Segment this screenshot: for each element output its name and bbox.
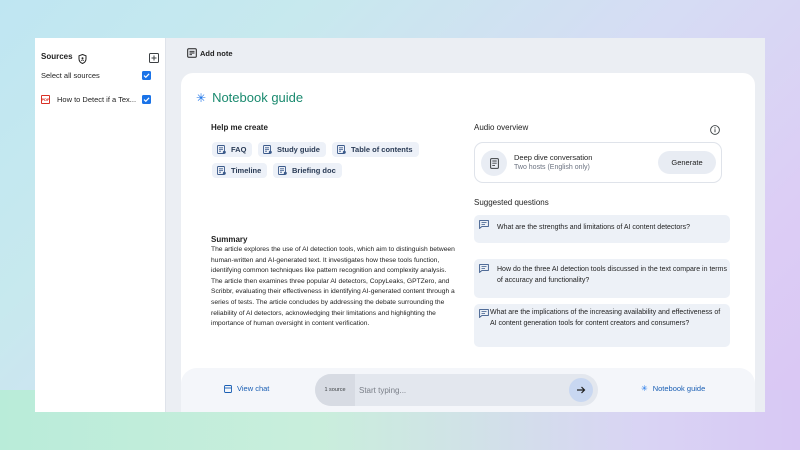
chat-input-container: 1 source <box>315 374 598 406</box>
chip-label: FAQ <box>231 145 246 154</box>
suggested-question[interactable]: How do the three AI detection tools disc… <box>474 259 730 298</box>
study-guide-chip[interactable]: Study guide <box>258 142 326 157</box>
view-chat-label: View chat <box>237 384 269 393</box>
add-source-icon[interactable] <box>149 50 159 60</box>
view-chat-button[interactable]: View chat <box>224 384 269 393</box>
select-all-checkbox[interactable] <box>142 71 151 80</box>
info-icon[interactable] <box>710 122 720 132</box>
sources-sidebar: Sources Select all sources PDF How to De… <box>35 38 166 412</box>
page-title: Notebook guide <box>212 90 303 105</box>
question-chat-icon <box>479 309 489 318</box>
select-all-label: Select all sources <box>41 71 100 80</box>
chip-label: Study guide <box>277 145 320 154</box>
source-item-label: How to Detect if a Tex... <box>57 95 136 104</box>
audio-overview-card: Deep dive conversation Two hosts (Englis… <box>474 142 722 183</box>
chip-label: Table of contents <box>351 145 413 154</box>
audio-subtitle: Two hosts (English only) <box>514 164 590 171</box>
doc-icon <box>217 166 226 175</box>
note-add-icon <box>187 48 197 58</box>
document-icon <box>490 158 499 169</box>
notebook-guide-panel: ✳ Notebook guide Help me create FAQ Stud… <box>181 73 755 412</box>
sparkle-icon: ✳ <box>196 91 206 105</box>
audio-title: Deep dive conversation <box>514 153 592 162</box>
question-text: What are the implications of the increas… <box>490 308 726 329</box>
arrow-right-icon <box>576 385 586 395</box>
doc-icon <box>217 145 226 154</box>
doc-icon <box>337 145 346 154</box>
chat-bar: View chat 1 source ✳ Notebook guide <box>181 368 755 412</box>
sources-header: Sources <box>41 49 159 63</box>
audio-overview-heading: Audio overview <box>474 123 528 132</box>
sources-title: Sources <box>41 52 73 61</box>
source-item[interactable]: PDF How to Detect if a Tex... <box>41 93 159 105</box>
doc-icon <box>263 145 272 154</box>
table-of-contents-chip[interactable]: Table of contents <box>332 142 419 157</box>
summary-text: The article explores the use of AI detec… <box>211 245 459 330</box>
timeline-chip[interactable]: Timeline <box>212 163 267 178</box>
help-me-create-heading: Help me create <box>211 123 268 132</box>
sparkle-icon: ✳ <box>641 384 648 393</box>
add-note-label: Add note <box>200 49 233 58</box>
faq-chip[interactable]: FAQ <box>212 142 252 157</box>
source-count-badge[interactable]: 1 source <box>315 374 355 406</box>
suggested-question[interactable]: What are the strengths and limitations o… <box>474 215 730 243</box>
source-checkbox[interactable] <box>142 95 151 104</box>
chip-label: Briefing doc <box>292 166 336 175</box>
suggested-question[interactable]: What are the implications of the increas… <box>474 304 730 347</box>
question-text: How do the three AI detection tools disc… <box>497 265 727 286</box>
chat-input[interactable] <box>359 382 559 398</box>
send-button[interactable] <box>569 378 593 402</box>
chip-label: Timeline <box>231 166 261 175</box>
app-window: Sources Select all sources PDF How to De… <box>35 38 765 412</box>
select-all-row[interactable]: Select all sources <box>41 69 159 81</box>
question-chat-icon <box>479 264 489 273</box>
chat-icon <box>224 385 232 393</box>
add-note-button[interactable]: Add note <box>187 48 233 58</box>
notebook-guide-label: Notebook guide <box>653 384 706 393</box>
pdf-icon: PDF <box>41 95 50 104</box>
guide-title-row: ✳ Notebook guide <box>196 90 303 105</box>
question-chat-icon <box>479 220 489 229</box>
audio-avatar <box>481 150 507 176</box>
shield-icon[interactable] <box>78 51 87 61</box>
doc-icon <box>278 166 287 175</box>
question-text: What are the strengths and limitations o… <box>497 223 722 234</box>
generate-button[interactable]: Generate <box>658 151 716 174</box>
briefing-doc-chip[interactable]: Briefing doc <box>273 163 342 178</box>
summary-heading: Summary <box>211 235 247 244</box>
notebook-guide-button[interactable]: ✳ Notebook guide <box>641 384 705 393</box>
suggested-questions-heading: Suggested questions <box>474 198 549 207</box>
